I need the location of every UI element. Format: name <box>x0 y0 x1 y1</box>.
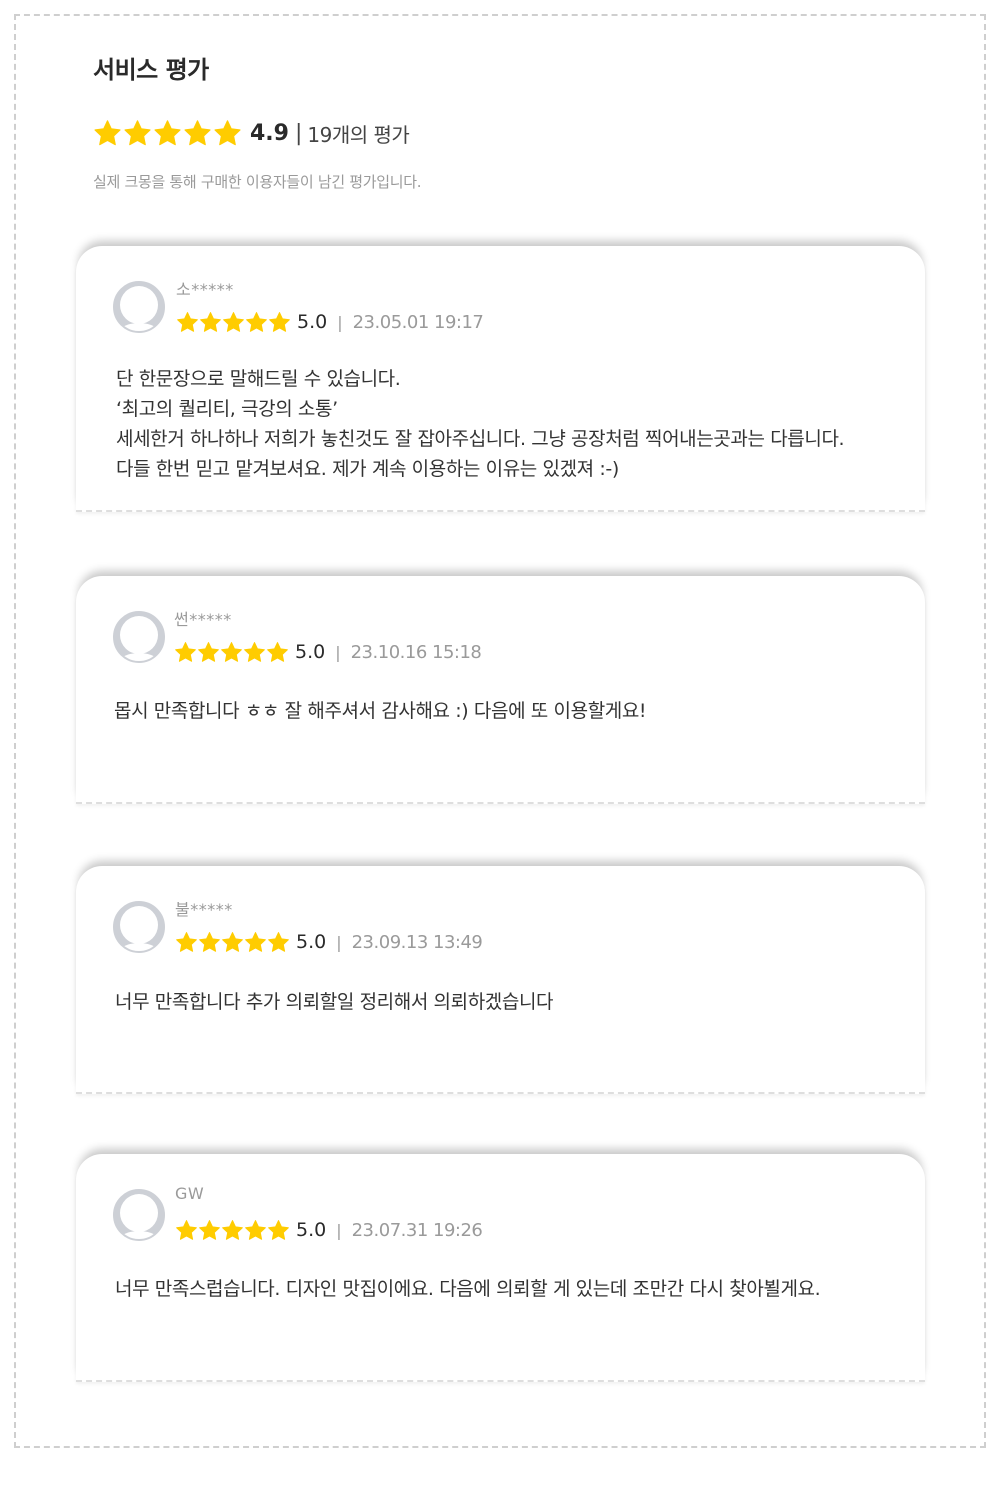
star-icon <box>199 931 220 952</box>
reviewer-name: 소***** <box>176 280 234 299</box>
star-icon <box>124 119 151 145</box>
avatar <box>112 1188 166 1242</box>
reviewer-name: GW <box>175 1184 205 1203</box>
star-icon <box>245 1219 266 1240</box>
meta-separator: | <box>335 642 341 662</box>
review-line: 너무 만족합니다 추가 의뢰할일 정리해서 의뢰하겠습니다 <box>115 991 554 1013</box>
review-stars <box>175 1219 290 1242</box>
reviewer-name: 썬***** <box>174 610 232 629</box>
meta-separator: | <box>336 932 342 952</box>
review-line: 단 한문장으로 말해드릴 수 있습니다. <box>116 368 401 390</box>
review-description: 실제 크몽을 통해 구매한 이용자들이 남긴 평가입니다. <box>93 173 422 191</box>
review-text: 너무 만족스럽습니다. 디자인 맛집이에요. 다음에 의뢰할 게 있는데 조만간… <box>115 1274 905 1304</box>
review-meta: 5.0 | 23.07.31 19:26 <box>175 1218 483 1242</box>
review-text: 너무 만족합니다 추가 의뢰할일 정리해서 의뢰하겠습니다 <box>115 987 905 1017</box>
review-text: 몹시 만족합니다 ㅎㅎ 잘 해주셔서 감사해요 :) 다음에 또 이용할게요! <box>114 696 905 726</box>
avatar <box>112 900 166 954</box>
review-score: 5.0 <box>296 931 327 953</box>
summary-separator: | <box>294 120 303 146</box>
review-stars <box>176 311 291 334</box>
avatar <box>112 280 166 334</box>
star-icon <box>94 119 121 145</box>
review-date: 23.09.13 13:49 <box>351 931 483 953</box>
reviewer-name: 불***** <box>175 900 233 919</box>
review-meta: 5.0 | 23.10.16 15:18 <box>174 640 482 664</box>
star-icon <box>175 641 196 662</box>
review-card: 불***** 5.0 | 23.09.13 13:49 너무 만족합니다 추가 … <box>76 866 925 1094</box>
star-icon <box>177 311 198 332</box>
star-icon <box>214 119 241 145</box>
star-icon <box>200 311 221 332</box>
star-icon <box>245 931 266 952</box>
review-meta: 5.0 | 23.05.01 19:17 <box>176 310 484 334</box>
star-icon <box>268 1219 289 1240</box>
review-text: 단 한문장으로 말해드릴 수 있습니다. ‘최고의 퀄리티, 극강의 소통’ 세… <box>116 364 905 484</box>
review-line: 다들 한번 믿고 맡겨보셔요. 제가 계속 이용하는 이유는 있겠져 :-) <box>116 458 619 480</box>
meta-separator: | <box>337 312 343 332</box>
summary-stars <box>93 119 242 148</box>
review-line: 몹시 만족합니다 ㅎㅎ 잘 해주셔서 감사해요 :) 다음에 또 이용할게요! <box>114 700 647 722</box>
review-stars <box>175 931 290 954</box>
star-icon <box>154 119 181 145</box>
star-icon <box>176 931 197 952</box>
star-icon <box>198 641 219 662</box>
star-icon <box>221 641 242 662</box>
star-icon <box>199 1219 220 1240</box>
meta-separator: | <box>336 1220 342 1240</box>
review-card: 소***** 5.0 | 23.05.01 19:17 단 한문장으로 말해드릴… <box>76 246 925 512</box>
star-icon <box>268 931 289 952</box>
star-icon <box>244 641 265 662</box>
user-avatar-icon <box>113 281 165 333</box>
star-icon <box>176 1219 197 1240</box>
star-icon <box>267 641 288 662</box>
review-line: 세세한거 하나하나 저희가 놓친것도 잘 잡아주십니다. 그냥 공장처럼 찍어내… <box>116 428 845 450</box>
review-card: 썬***** 5.0 | 23.10.16 15:18 몹시 만족합니다 ㅎㅎ … <box>76 576 925 804</box>
review-stars <box>174 641 289 664</box>
star-icon <box>184 119 211 145</box>
review-meta: 5.0 | 23.09.13 13:49 <box>175 930 483 954</box>
star-icon <box>223 311 244 332</box>
star-icon <box>246 311 267 332</box>
star-icon <box>222 1219 243 1240</box>
user-avatar-icon <box>113 1189 165 1241</box>
section-title: 서비스 평가 <box>93 56 209 84</box>
review-date: 23.10.16 15:18 <box>350 641 482 663</box>
review-card: GW 5.0 | 23.07.31 19:26 너무 만족스럽습니다. 디자인 … <box>76 1154 925 1382</box>
review-score: 5.0 <box>297 311 328 333</box>
review-count: 19개의 평가 <box>307 122 410 147</box>
average-rating: 4.9 <box>250 120 289 146</box>
user-avatar-icon <box>113 901 165 953</box>
avatar <box>112 610 166 664</box>
review-date: 23.07.31 19:26 <box>351 1219 483 1241</box>
review-score: 5.0 <box>295 641 326 663</box>
review-line: ‘최고의 퀄리티, 극강의 소통’ <box>116 398 338 420</box>
review-line: 너무 만족스럽습니다. 디자인 맛집이에요. 다음에 의뢰할 게 있는데 조만간… <box>115 1278 821 1300</box>
review-score: 5.0 <box>296 1219 327 1241</box>
review-date: 23.05.01 19:17 <box>352 311 484 333</box>
star-icon <box>222 931 243 952</box>
rating-summary: 4.9 | 19개의 평가 <box>93 117 410 149</box>
user-avatar-icon <box>113 611 165 663</box>
star-icon <box>269 311 290 332</box>
